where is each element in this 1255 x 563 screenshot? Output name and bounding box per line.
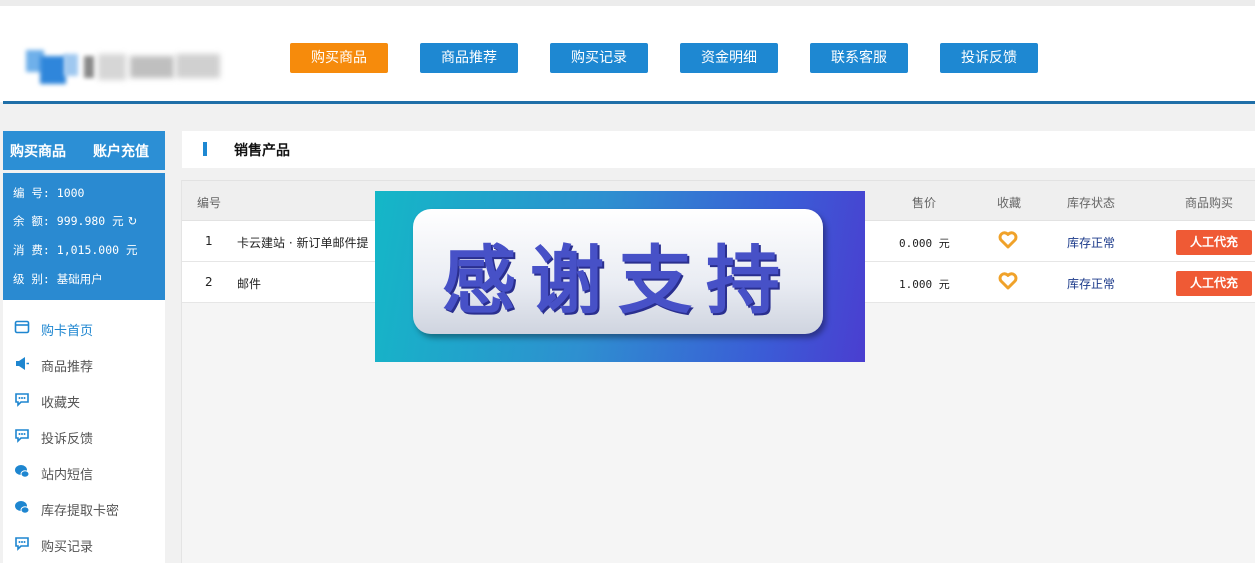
sidebar-item-label: 购买记录 [41,540,94,555]
nav-purchase-records[interactable]: 购买记录 [550,43,648,73]
sidebar-item-label: 库存提取卡密 [41,504,120,519]
heart-icon[interactable] [998,271,1018,291]
tab-recharge[interactable]: 账户充值 [93,141,149,161]
column-header-buy: 商品购买 [1185,196,1234,210]
column-header-price: 售价 [912,196,937,210]
card-icon [14,320,30,334]
column-header-no: 编号 [197,196,222,210]
account-spent: 消 费: 1,015.000 元 [13,243,138,257]
sidebar-item-label: 站内短信 [41,468,94,483]
stock-status: 库存正常 [1067,277,1116,291]
buy-button[interactable]: 人工代充 [1176,271,1252,296]
sidebar-item-favorites[interactable]: 收藏夹 [3,382,165,418]
sidebar-item-purchase-records[interactable]: 购买记录 [3,526,165,562]
sidebar-item-card-home[interactable]: 购卡首页 [3,310,165,346]
buy-button[interactable]: 人工代充 [1176,230,1252,255]
account-level: 级 别: 基础用户 [13,272,103,286]
header-divider [3,101,1255,104]
tab-buy-goods[interactable]: 购买商品 [10,141,66,161]
nav-fund-details[interactable]: 资金明细 [680,43,778,73]
account-balance: 余 额: 999.980 元 [13,214,124,228]
message-icon [15,465,30,478]
account-panel: 编 号: 1000 余 额: 999.980 元 ↻ 消 费: 1,015.000… [3,173,165,300]
sidebar-item-messages[interactable]: 站内短信 [3,454,165,490]
thanks-banner-text: 感谢支持 [442,238,794,324]
sidebar-menu: 购卡首页 商品推荐 收藏夹 投诉反馈 站内短信 库存提取卡密 购买记录 [3,300,165,563]
nav-recommend[interactable]: 商品推荐 [420,43,518,73]
sidebar-item-label: 投诉反馈 [41,432,94,447]
account-id: 编 号: 1000 [13,186,85,200]
product-name[interactable]: 邮件 [237,275,261,292]
page-title: 销售产品 [234,143,290,159]
stock-status: 库存正常 [1067,236,1116,250]
title-accent [203,142,207,156]
megaphone-icon [16,357,29,370]
column-header-stock: 库存状态 [1067,196,1116,210]
message-icon [15,501,30,514]
sidebar-item-label: 购卡首页 [41,324,94,339]
heart-icon[interactable] [998,230,1018,250]
sidebar-item-complaints[interactable]: 投诉反馈 [3,418,165,454]
row-number: 2 [205,275,213,289]
product-price: 1.000 元 [899,278,950,291]
sidebar-item-label: 收藏夹 [41,396,81,411]
sidebar-item-recommend[interactable]: 商品推荐 [3,346,165,382]
nav-buy-goods[interactable]: 购买商品 [290,43,388,73]
refresh-icon[interactable]: ↻ [128,214,138,228]
chat-icon [15,393,29,407]
sidebar-item-label: 商品推荐 [41,360,94,375]
row-number: 1 [205,234,213,248]
chat-icon [15,537,29,551]
sidebar-tabs: 购买商品 账户充值 [3,131,165,170]
account-balance-row: 余 额: 999.980 元 ↻ [13,213,137,229]
header: 购买商品 商品推荐 购买记录 资金明细 联系客服 投诉反馈 [0,6,1255,102]
product-price: 0.000 元 [899,237,950,250]
thanks-banner: 感谢支持 [375,191,865,362]
nav-contact-support[interactable]: 联系客服 [810,43,908,73]
column-header-favorite: 收藏 [997,196,1022,210]
thanks-banner-card: 感谢支持 [413,209,823,334]
site-logo[interactable] [26,48,222,88]
product-name[interactable]: 卡云建站 · 新订单邮件提 [237,234,368,251]
content-title-bar: 销售产品 [182,131,1255,168]
sidebar-item-extract-cards[interactable]: 库存提取卡密 [3,490,165,526]
nav-complaints[interactable]: 投诉反馈 [940,43,1038,73]
chat-icon [15,429,29,443]
